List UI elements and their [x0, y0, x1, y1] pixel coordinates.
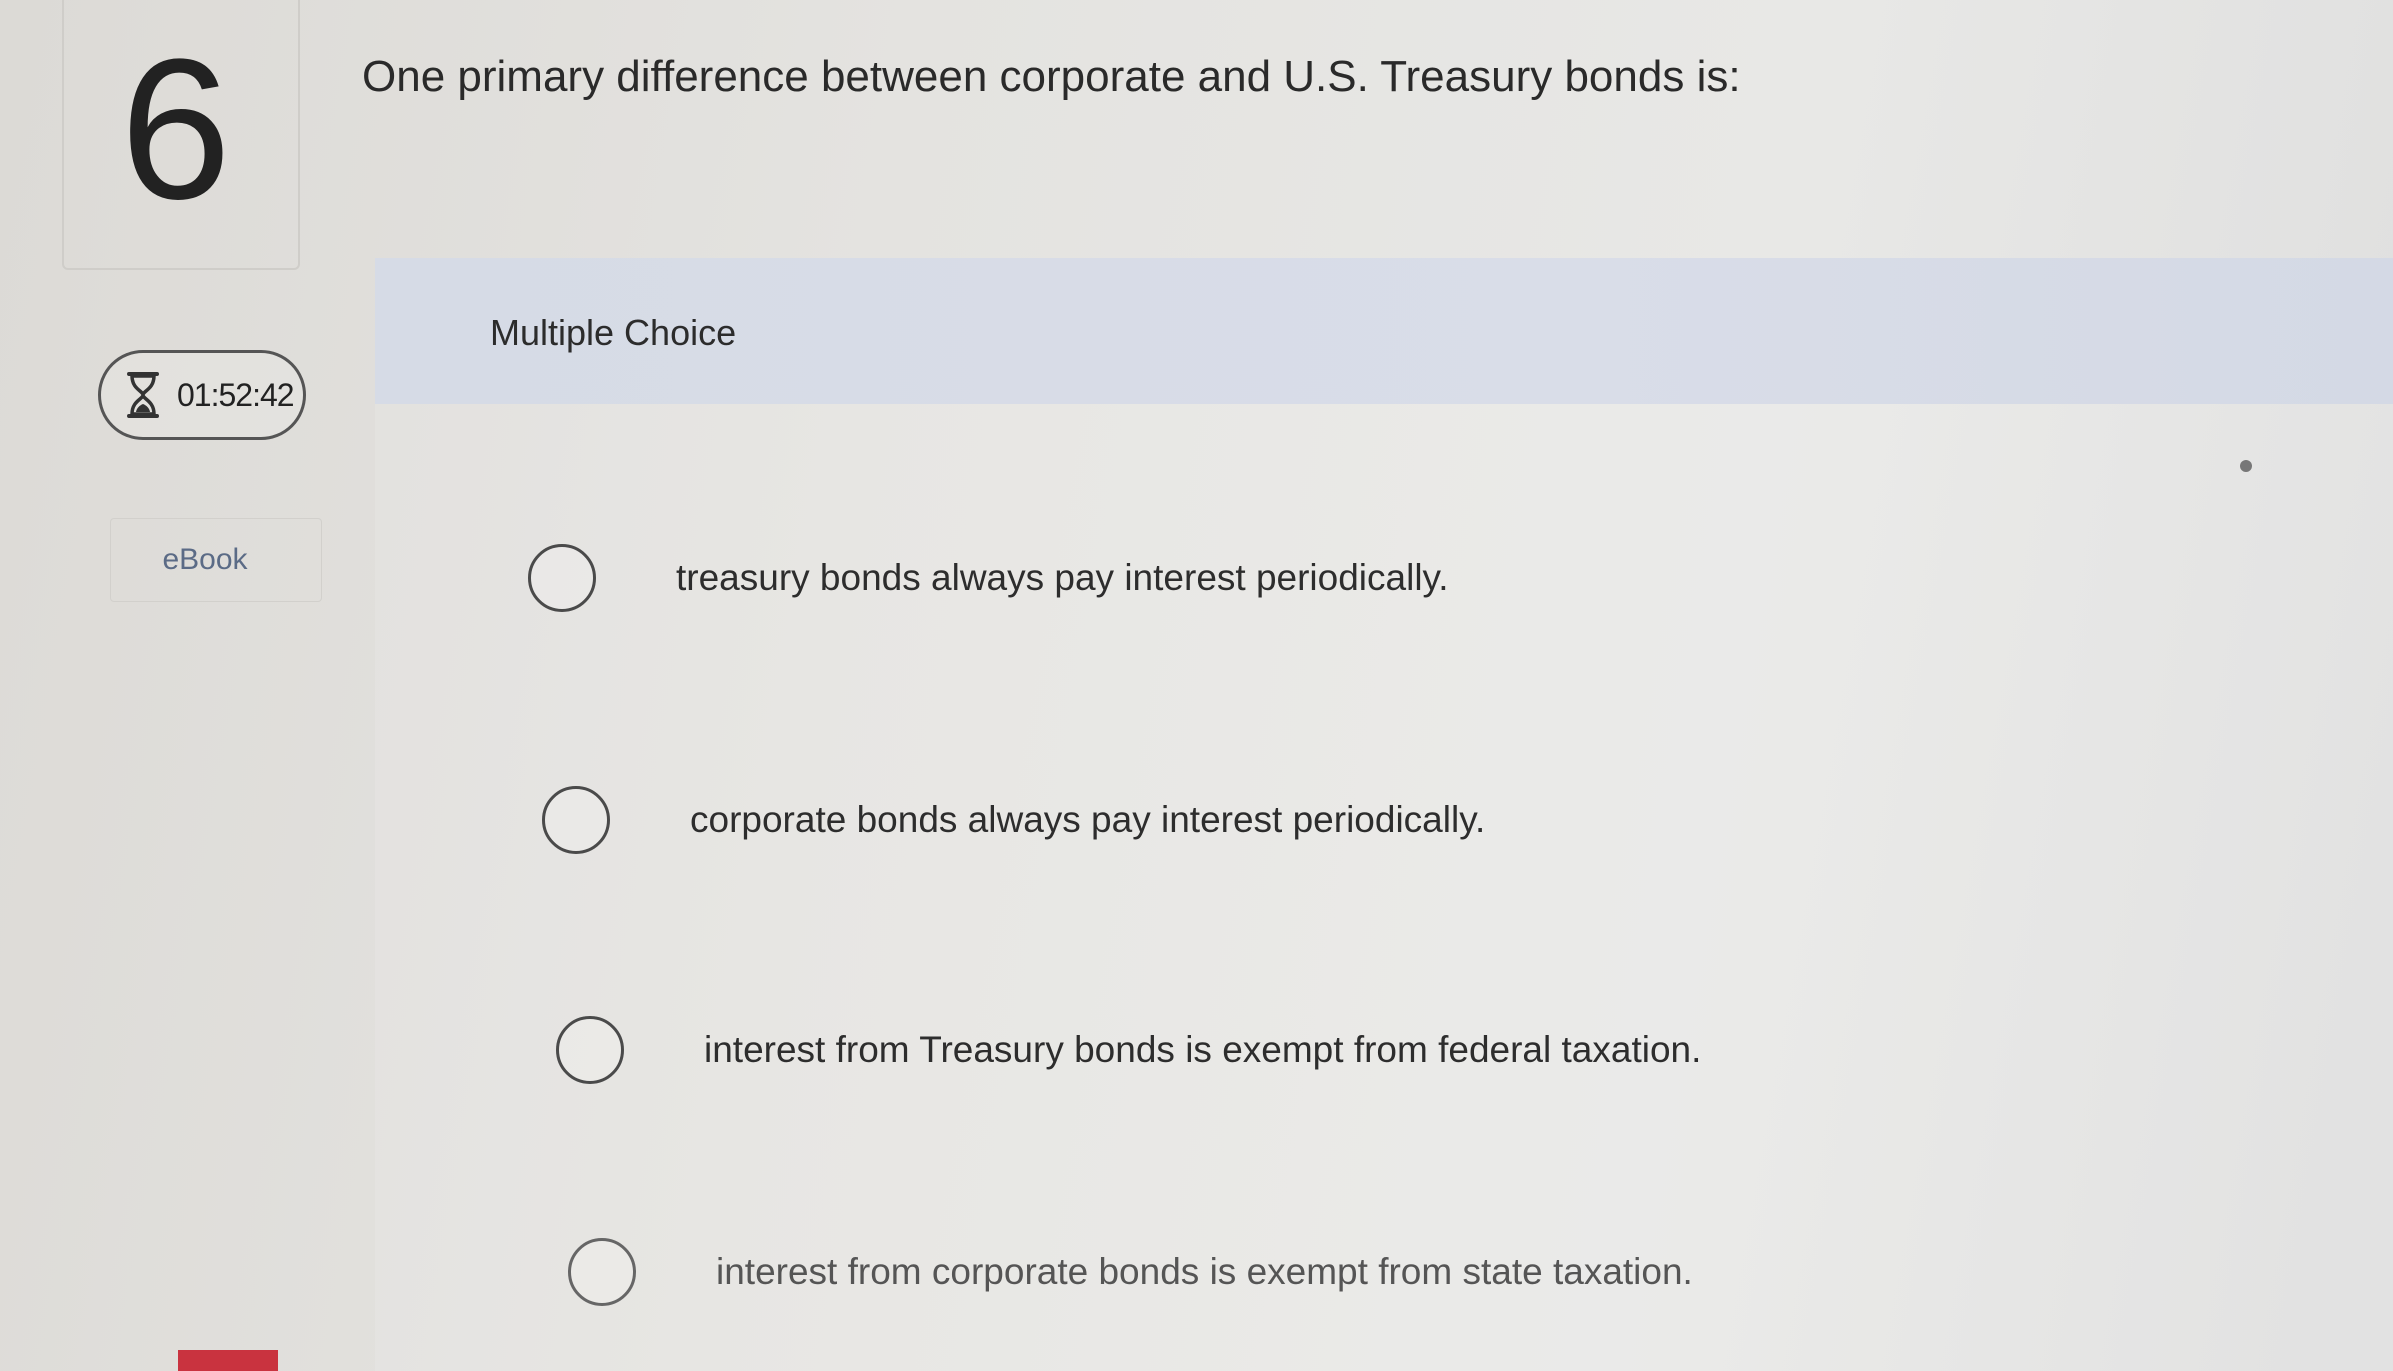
answer-option-label[interactable]: interest from corporate bonds is exempt …	[716, 1251, 1693, 1293]
answer-option[interactable]: interest from Treasury bonds is exempt f…	[556, 1016, 1701, 1084]
answer-option-label[interactable]: corporate bonds always pay interest peri…	[690, 799, 1485, 841]
timer-value: 01:52:42	[177, 376, 295, 413]
question-type-label: Multiple Choice	[490, 312, 737, 353]
ebook-link[interactable]: eBook	[110, 518, 322, 602]
radio-button[interactable]	[542, 786, 610, 854]
screen-speck	[2240, 460, 2252, 472]
hourglass-icon	[123, 371, 163, 419]
ebook-label: eBook	[162, 543, 248, 576]
question-sidebar: 6 01:52:42 eBook	[0, 0, 380, 1371]
question-prompt: One primary difference between corporate…	[362, 52, 1741, 101]
radio-button[interactable]	[528, 544, 596, 612]
answer-option[interactable]: treasury bonds always pay interest perio…	[528, 544, 1449, 612]
radio-button[interactable]	[556, 1016, 624, 1084]
question-number: 6	[120, 18, 232, 241]
answer-option[interactable]: corporate bonds always pay interest peri…	[542, 786, 1485, 854]
radio-button[interactable]	[568, 1238, 636, 1306]
timer-pill[interactable]: 01:52:42	[98, 350, 306, 440]
answer-option[interactable]: interest from corporate bonds is exempt …	[568, 1238, 1693, 1306]
answer-option-label[interactable]: interest from Treasury bonds is exempt f…	[704, 1029, 1701, 1071]
red-tab[interactable]	[178, 1350, 278, 1371]
answer-option-label[interactable]: treasury bonds always pay interest perio…	[676, 557, 1449, 599]
